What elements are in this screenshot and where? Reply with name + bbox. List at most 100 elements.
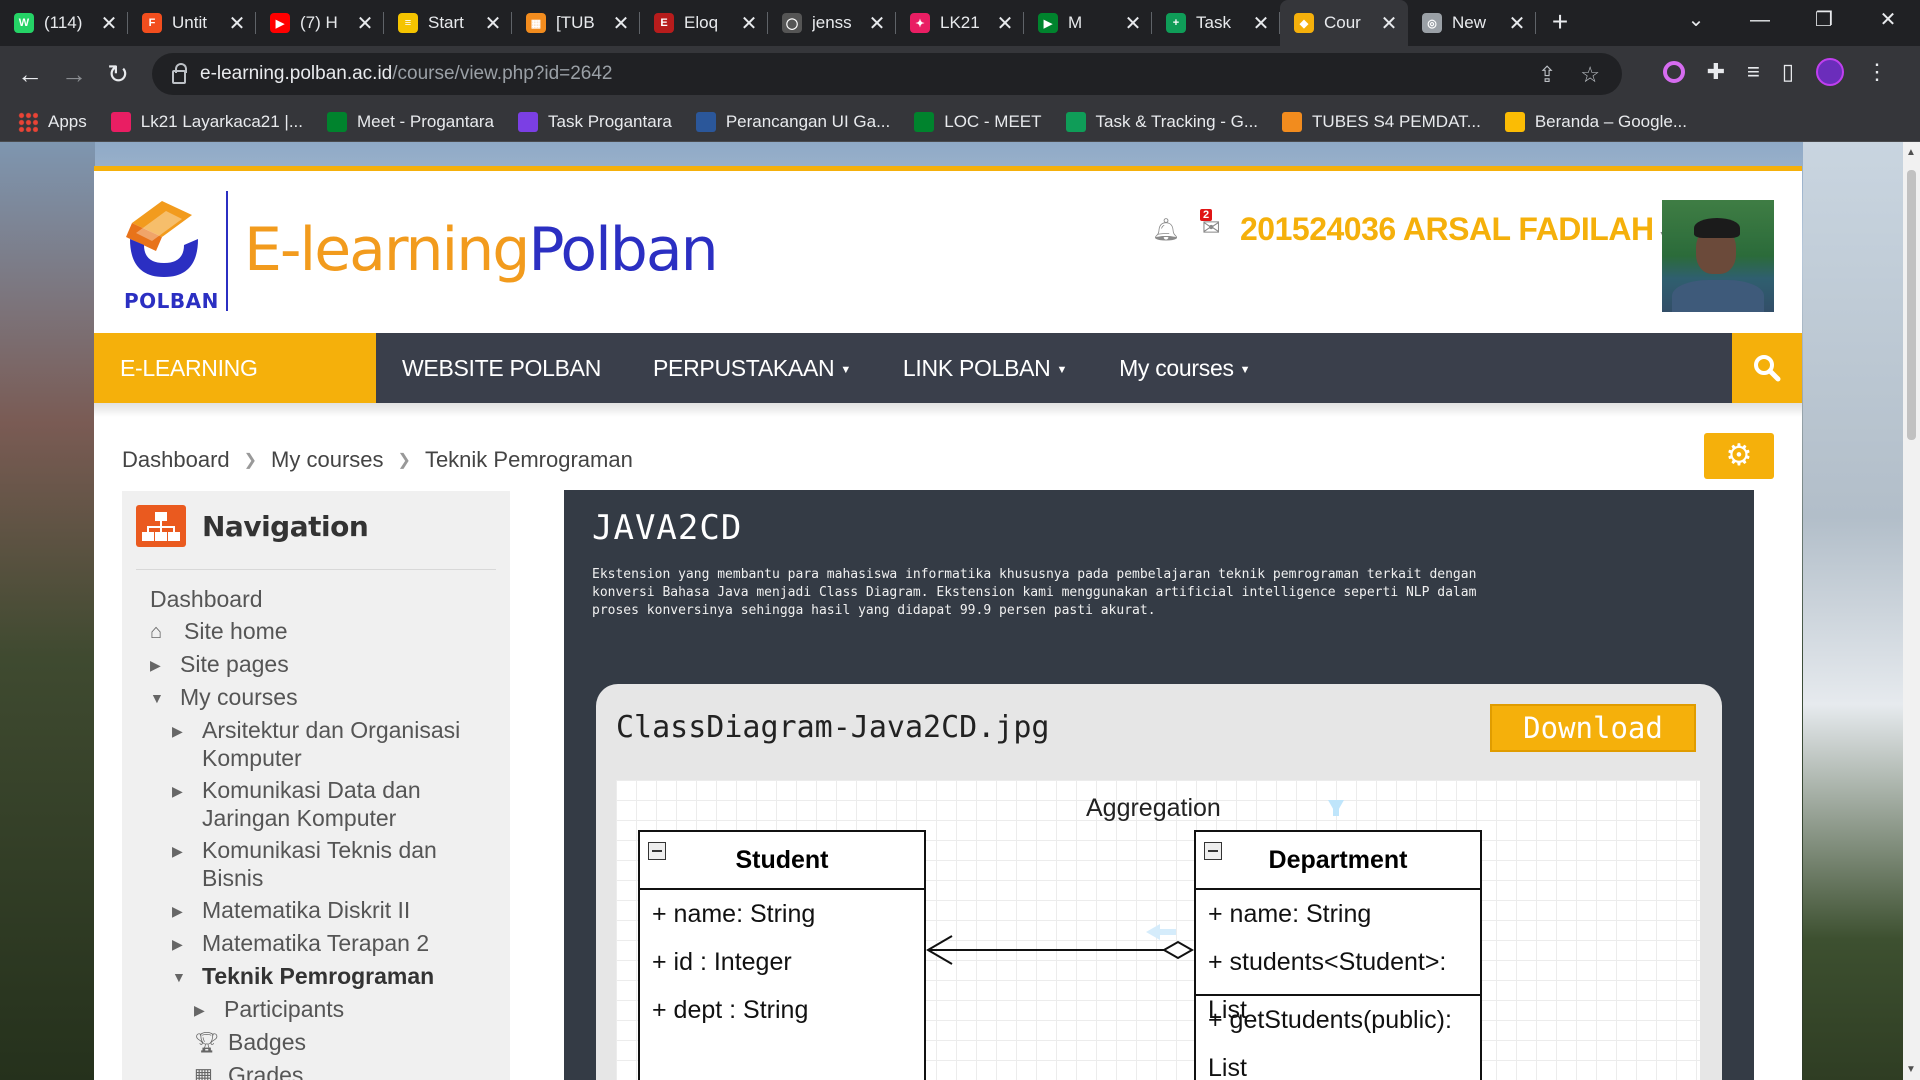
scroll-up-icon[interactable]: ▲ bbox=[1906, 147, 1916, 158]
background-photo-left bbox=[0, 142, 95, 1080]
reload-button[interactable]: ↻ bbox=[96, 59, 140, 90]
course-section: JAVA2CD Ekstension yang membantu para ma… bbox=[564, 490, 1754, 1080]
nav-item-label: WEBSITE POLBAN bbox=[402, 355, 602, 381]
notification-bell-icon[interactable]: 🔔︎ bbox=[1152, 217, 1180, 242]
nav-tree-item[interactable]: Dashboard bbox=[150, 585, 500, 613]
restore-button[interactable]: ❐ bbox=[1792, 0, 1856, 40]
breadcrumb-link[interactable]: Teknik Pemrograman bbox=[425, 447, 633, 473]
nav-item[interactable]: My courses ▼ bbox=[1093, 333, 1276, 403]
bookmark-favicon-icon bbox=[327, 111, 347, 132]
nav-tree-item[interactable]: ▶ Komunikasi Teknis dan Bisnis bbox=[172, 836, 500, 892]
bookmark-favicon-icon bbox=[1065, 111, 1086, 132]
bookmark-label: Lk21 Layarkaca21 |... bbox=[140, 111, 303, 131]
nav-item[interactable]: E-LEARNING POLBAN bbox=[94, 333, 376, 451]
extension-ring-icon[interactable] bbox=[1662, 61, 1685, 83]
close-tab-icon[interactable]: ✕ bbox=[1380, 11, 1398, 36]
browser-tab[interactable]: W (114) ✕ bbox=[0, 0, 128, 46]
browser-tab[interactable]: ✦ LK21 ✕ bbox=[896, 0, 1024, 46]
bookmark-item[interactable]: Perancangan UI Ga... bbox=[695, 111, 890, 132]
profile-avatar[interactable] bbox=[1816, 58, 1844, 86]
user-avatar[interactable] bbox=[1662, 200, 1774, 312]
nav-item[interactable]: LINK POLBAN ▼ bbox=[877, 333, 1093, 403]
close-tab-icon[interactable]: ✕ bbox=[1508, 11, 1526, 36]
tab-search-icon[interactable]: ⌄ bbox=[1664, 0, 1728, 40]
search-button[interactable] bbox=[1732, 333, 1802, 403]
browser-menu-icon[interactable]: ⋮ bbox=[1866, 59, 1888, 85]
close-tab-icon[interactable]: ✕ bbox=[356, 11, 374, 36]
bookmark-item[interactable]: LOC - MEET bbox=[914, 111, 1042, 132]
tab-favicon-icon: ▦ bbox=[526, 13, 546, 33]
search-icon bbox=[1754, 355, 1781, 382]
close-window-button[interactable]: ✕ bbox=[1856, 0, 1920, 40]
nav-tree-item[interactable]: 🏆︎ Badges bbox=[194, 1028, 500, 1057]
browser-tab[interactable]: ▶ (7) H ✕ bbox=[256, 0, 384, 46]
collapsed-arrow-icon: ▶ bbox=[172, 903, 183, 919]
browser-tab[interactable]: ◆ Cour ✕ bbox=[1280, 0, 1408, 46]
nav-tree-item[interactable]: ▶ Matematika Terapan 2 bbox=[172, 929, 500, 958]
user-menu[interactable]: 201524036 ARSAL FADILAH▼ bbox=[1240, 211, 1671, 248]
browser-tab[interactable]: ◎ New ✕ bbox=[1408, 0, 1536, 46]
close-tab-icon[interactable]: ✕ bbox=[996, 11, 1014, 36]
bookmark-item[interactable]: Apps bbox=[18, 111, 87, 132]
side-panel-icon[interactable]: ▯ bbox=[1782, 59, 1794, 85]
polban-logo-icon[interactable] bbox=[122, 193, 204, 281]
close-tab-icon[interactable]: ✕ bbox=[1252, 11, 1270, 36]
page-scrollbar[interactable]: ▲ ▼ bbox=[1903, 142, 1920, 1080]
new-tab-button[interactable]: + bbox=[1536, 0, 1584, 46]
nav-tree-item[interactable]: ▶ Arsitektur dan Organisasi Komputer bbox=[172, 716, 500, 772]
minimize-button[interactable]: — bbox=[1728, 0, 1792, 40]
bookmark-favicon-icon bbox=[695, 111, 716, 132]
nav-tree-item[interactable]: ▶ Matematika Diskrit II bbox=[172, 896, 500, 925]
tab-title: Start bbox=[428, 13, 464, 32]
browser-tab[interactable]: ▦ [TUB ✕ bbox=[512, 0, 640, 46]
browser-tab[interactable]: ◯ jenss ✕ bbox=[768, 0, 896, 46]
nav-item[interactable]: PERPUSTAKAAN ▼ bbox=[627, 333, 877, 403]
download-button[interactable]: Download bbox=[1490, 704, 1696, 752]
nav-tree-item[interactable]: ▼ My courses bbox=[150, 683, 500, 712]
breadcrumb-link[interactable]: My courses bbox=[271, 447, 383, 473]
breadcrumb: Dashboard ❯ My courses ❯ Teknik Pemrograman bbox=[122, 447, 633, 473]
bookmark-item[interactable]: TUBES S4 PEMDAT... bbox=[1282, 111, 1481, 132]
nav-item[interactable]: WEBSITE POLBAN bbox=[376, 333, 627, 403]
share-icon[interactable]: ⇪ bbox=[1538, 62, 1556, 88]
forward-button[interactable]: → bbox=[52, 59, 96, 90]
close-tab-icon[interactable]: ✕ bbox=[612, 11, 630, 36]
close-tab-icon[interactable]: ✕ bbox=[1124, 11, 1142, 36]
messages-icon[interactable]: ✉ 2 bbox=[1200, 209, 1228, 241]
back-button[interactable]: ← bbox=[8, 59, 52, 90]
bookmark-item[interactable]: Meet - Progantara bbox=[327, 111, 494, 132]
nav-tree-item[interactable]: ▦ Grades bbox=[194, 1061, 500, 1080]
bookmark-item[interactable]: Task Progantara bbox=[518, 111, 672, 132]
browser-tab[interactable]: E Eloq ✕ bbox=[640, 0, 768, 46]
nav-tree-item[interactable]: ⌂ Site home bbox=[150, 617, 500, 646]
scroll-down-icon[interactable]: ▼ bbox=[1906, 1064, 1916, 1075]
browser-tab[interactable]: + Task ✕ bbox=[1152, 0, 1280, 46]
tab-title: New bbox=[1452, 13, 1487, 32]
address-bar[interactable]: e-learning.polban.ac.id/course/view.php?… bbox=[152, 53, 1622, 95]
nav-tree-item[interactable]: ▼ Teknik Pemrograman bbox=[172, 962, 500, 991]
scroll-thumb[interactable] bbox=[1907, 170, 1916, 440]
browser-tab[interactable]: ▶ M ✕ bbox=[1024, 0, 1152, 46]
close-tab-icon[interactable]: ✕ bbox=[100, 11, 118, 36]
close-tab-icon[interactable]: ✕ bbox=[484, 11, 502, 36]
nav-tree-item[interactable]: ▶ Site pages bbox=[150, 650, 500, 679]
message-count-badge: 2 bbox=[1200, 209, 1213, 221]
extensions-puzzle-icon[interactable]: ✚ bbox=[1707, 59, 1725, 85]
browser-tab[interactable]: ≡ Start ✕ bbox=[384, 0, 512, 46]
bookmark-star-icon[interactable]: ☆ bbox=[1580, 62, 1600, 88]
close-tab-icon[interactable]: ✕ bbox=[228, 11, 246, 36]
bookmark-item[interactable]: Task & Tracking - G... bbox=[1065, 111, 1258, 132]
course-settings-button[interactable]: ⚙ bbox=[1704, 433, 1774, 479]
bookmark-item[interactable]: Beranda – Google... bbox=[1504, 111, 1687, 132]
nav-tree-item[interactable]: ▶ Komunikasi Data dan Jaringan Komputer bbox=[172, 776, 500, 832]
expanded-arrow-icon: ▼ bbox=[172, 969, 186, 985]
close-tab-icon[interactable]: ✕ bbox=[868, 11, 886, 36]
site-logo-text[interactable]: E-learningPolban bbox=[244, 215, 719, 285]
browser-tab[interactable]: F Untit ✕ bbox=[128, 0, 256, 46]
media-queue-icon[interactable]: ≡ bbox=[1747, 59, 1760, 85]
gear-icon: ⚙ bbox=[1725, 439, 1753, 472]
close-tab-icon[interactable]: ✕ bbox=[740, 11, 758, 36]
breadcrumb-link[interactable]: Dashboard bbox=[122, 447, 230, 473]
nav-tree-item[interactable]: ▶ Participants bbox=[194, 995, 500, 1024]
bookmark-item[interactable]: Lk21 Layarkaca21 |... bbox=[110, 111, 303, 132]
